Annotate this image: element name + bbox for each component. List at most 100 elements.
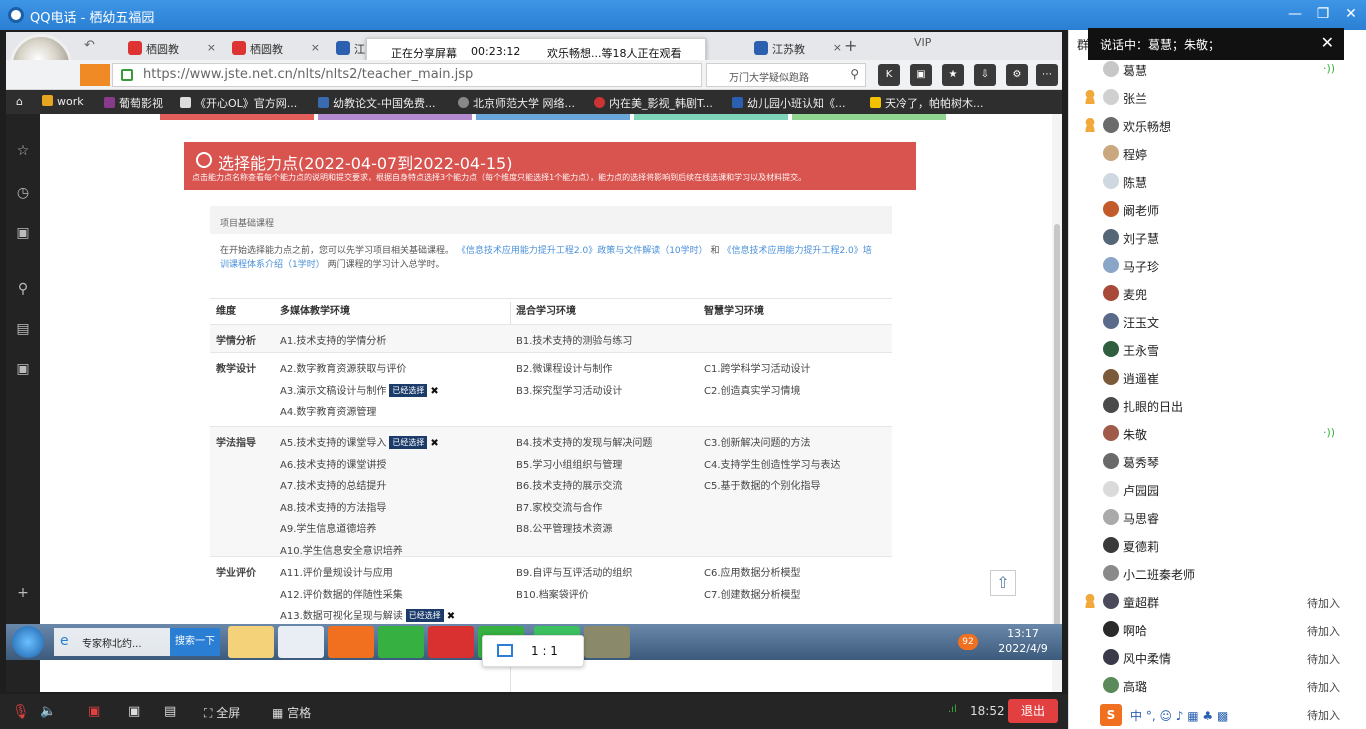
chat-icon[interactable]: ▤: [164, 704, 176, 719]
download-icon[interactable]: ⇩: [974, 64, 996, 86]
app-icon[interactable]: [328, 626, 374, 658]
member-item[interactable]: 汪玉文: [1069, 308, 1366, 336]
bookmark-item[interactable]: 幼教论文-中国免费...: [318, 95, 435, 111]
browser-tab[interactable]: 栖圆教 ×: [224, 36, 324, 60]
member-item[interactable]: 高璐 待加入: [1069, 672, 1366, 700]
fullscreen-button[interactable]: ⛶ 全屏: [204, 704, 240, 721]
ability-point-link[interactable]: A11.评价量规设计与应用: [280, 564, 393, 579]
ability-point-link[interactable]: B6.技术支持的展示交流: [516, 477, 622, 492]
remove-selection-icon[interactable]: ✖: [430, 386, 438, 397]
ability-point-link[interactable]: B9.自评与互评活动的组织: [516, 564, 632, 579]
folder-icon[interactable]: [228, 626, 274, 658]
page-scrollbar[interactable]: [1052, 114, 1062, 692]
ime-mode-icon[interactable]: 中 °, ☺ ♪ ▦ ♣ ▩: [1130, 707, 1228, 724]
mic-muted-icon[interactable]: 🎙: [12, 704, 30, 720]
member-item[interactable]: 小二班秦老师: [1069, 560, 1366, 588]
bookmark-item[interactable]: 内在美_影视_韩剧T...: [594, 95, 713, 111]
history-clock-icon[interactable]: ◷: [14, 184, 32, 202]
member-item[interactable]: 逍遥崔: [1069, 364, 1366, 392]
add-icon[interactable]: +: [14, 584, 32, 602]
ability-point-link[interactable]: B4.技术支持的发现与解决问题: [516, 434, 652, 449]
start-icon[interactable]: [12, 626, 44, 658]
favorite-star-icon[interactable]: ☆: [14, 142, 32, 160]
bookmark-item[interactable]: 《开心OL》官方网...: [180, 95, 297, 111]
wps-icon[interactable]: [428, 626, 474, 658]
back-to-top-button[interactable]: ⇧: [990, 570, 1016, 596]
bookmark-item[interactable]: work: [42, 95, 84, 108]
sogou-icon[interactable]: S: [1100, 704, 1122, 726]
exit-button[interactable]: 退出: [1008, 699, 1058, 723]
browser-search-input[interactable]: 万门大学疑似跑路 ⚲: [706, 63, 866, 87]
ability-point-link[interactable]: B5.学习小组组织与管理: [516, 456, 622, 471]
member-item[interactable]: 麦兜: [1069, 280, 1366, 308]
policy-course-link[interactable]: 《信息技术应用能力提升工程2.0》政策与文件解读（10学时）: [457, 246, 708, 256]
ability-point-link[interactable]: B8.公平管理技术资源: [516, 520, 612, 535]
close-icon[interactable]: ✕: [1340, 4, 1362, 24]
ability-point-link[interactable]: A5.技术支持的课堂导入 已经选择 ✖: [280, 434, 439, 449]
member-item[interactable]: 马思睿: [1069, 504, 1366, 532]
ability-point-link[interactable]: A12.评价数据的伴随性采集: [280, 586, 403, 601]
vip-label[interactable]: VIP: [914, 36, 931, 49]
ability-point-link[interactable]: A2.数字教育资源获取与评价: [280, 360, 406, 375]
member-item[interactable]: 程婷: [1069, 140, 1366, 168]
ability-point-link[interactable]: B3.探究型学习活动设计: [516, 382, 622, 397]
remove-selection-icon[interactable]: ✖: [430, 438, 438, 449]
ability-point-link[interactable]: B10.档案袋评价: [516, 586, 589, 601]
ability-point-link[interactable]: C6.应用数据分析模型: [704, 564, 801, 579]
browser-tab[interactable]: 江: [328, 36, 368, 60]
member-item[interactable]: 童超群 待加入: [1069, 588, 1366, 616]
member-item[interactable]: 葛秀琴: [1069, 448, 1366, 476]
menu-icon[interactable]: ⋯: [1036, 64, 1058, 86]
lock-icon[interactable]: ▣: [910, 64, 932, 86]
ability-point-link[interactable]: B1.技术支持的测验与练习: [516, 332, 632, 347]
ability-point-link[interactable]: A3.演示文稿设计与制作 已经选择 ✖: [280, 382, 439, 397]
member-item[interactable]: 夏德莉: [1069, 532, 1366, 560]
url-input[interactable]: https://www.jste.net.cn/nlts/nlts2/teach…: [112, 63, 702, 87]
back-icon[interactable]: ↶: [84, 38, 95, 53]
speaker-icon[interactable]: 🔈: [40, 704, 56, 719]
home-icon[interactable]: [80, 64, 110, 86]
ability-point-link[interactable]: C7.创建数据分析模型: [704, 586, 801, 601]
game-icon[interactable]: ⚙: [1006, 64, 1028, 86]
ability-point-link[interactable]: A9.学生信息道德培养: [280, 520, 376, 535]
ability-point-link[interactable]: C1.跨学科学习活动设计: [704, 360, 811, 375]
ability-point-link[interactable]: C5.基于数据的个别化指导: [704, 477, 821, 492]
ability-point-link[interactable]: A8.技术支持的方法指导: [280, 499, 386, 514]
new-tab-icon[interactable]: +: [844, 36, 857, 55]
browser-tab[interactable]: 江苏教 ×: [746, 36, 846, 60]
member-item[interactable]: 阚老师: [1069, 196, 1366, 224]
toolbar-k-icon[interactable]: K: [878, 64, 900, 86]
app-icon[interactable]: [584, 626, 630, 658]
ability-point-link[interactable]: A7.技术支持的总结提升: [280, 477, 386, 492]
bookmark-item[interactable]: 天冷了，帕帕树木...: [870, 95, 984, 111]
ability-point-link[interactable]: A4.数字教育资源管理: [280, 403, 376, 418]
player-icon[interactable]: [378, 626, 424, 658]
remove-selection-icon[interactable]: ✖: [447, 611, 455, 622]
ability-point-link[interactable]: A1.技术支持的学情分析: [280, 332, 386, 347]
search-icon[interactable]: ⚲: [14, 280, 32, 298]
home-bookmark-icon[interactable]: ⌂: [16, 95, 23, 108]
ability-point-link[interactable]: A13.数据可视化呈现与解读 已经选择 ✖: [280, 607, 455, 622]
search-task-button[interactable]: 搜索一下: [170, 628, 220, 656]
browser-tab[interactable]: 栖圆教 ×: [120, 36, 220, 60]
member-item[interactable]: 张兰: [1069, 84, 1366, 112]
bag-icon[interactable]: ▤: [14, 320, 32, 338]
member-item[interactable]: 风中柔情 待加入: [1069, 644, 1366, 672]
member-item[interactable]: 葛慧 ·)): [1069, 56, 1366, 84]
search-icon[interactable]: ⚲: [850, 67, 859, 81]
ability-point-link[interactable]: A10.学生信息安全意识培养: [280, 542, 403, 557]
tray-badge[interactable]: 92: [958, 634, 978, 650]
close-icon[interactable]: ✕: [1321, 33, 1334, 52]
member-item[interactable]: 王永雪: [1069, 336, 1366, 364]
ability-point-link[interactable]: B2.微课程设计与制作: [516, 360, 612, 375]
ability-point-link[interactable]: A6.技术支持的课堂讲授: [280, 456, 386, 471]
ability-point-link[interactable]: C2.创造真实学习情境: [704, 382, 801, 397]
bookmark-item[interactable]: 幼儿园小班认知《...: [732, 95, 846, 111]
member-item[interactable]: 欢乐畅想: [1069, 112, 1366, 140]
member-item[interactable]: 啊哈 待加入: [1069, 616, 1366, 644]
ability-point-link[interactable]: C4.支持学生创造性学习与表达: [704, 456, 841, 471]
bookmark-item[interactable]: 北京师范大学 网络...: [458, 95, 575, 111]
member-item[interactable]: 马子珍: [1069, 252, 1366, 280]
zoom-ratio-chip[interactable]: 1 : 1: [482, 635, 584, 667]
restore-icon[interactable]: ❐: [1312, 4, 1334, 24]
